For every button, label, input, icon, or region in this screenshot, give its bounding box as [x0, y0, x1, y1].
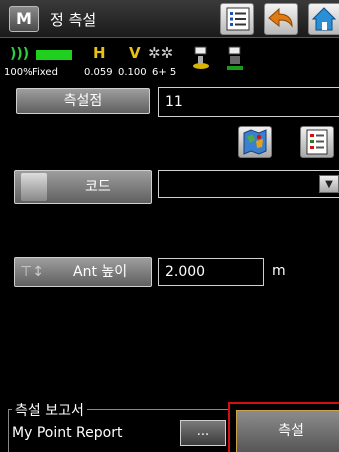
h-precision-value: 0.059: [84, 67, 113, 78]
antenna-height-button[interactable]: ⊤↕ Ant 높이: [14, 257, 152, 287]
report-name: My Point Report: [12, 425, 123, 441]
v-precision-label: V: [129, 44, 141, 62]
back-arrow-icon: [268, 7, 293, 28]
title-bar: M 정 측설: [0, 0, 339, 38]
controller-icon: [227, 46, 243, 70]
home-button[interactable]: [308, 3, 339, 35]
signal-icon: ))): [10, 46, 30, 62]
point-name-field[interactable]: 11: [158, 87, 339, 117]
antenna-unit: m: [272, 263, 286, 279]
back-button[interactable]: [264, 3, 298, 35]
point-list-icon: [306, 129, 328, 155]
gnss-status-bar[interactable]: ))) H V ✲✲ 100% Fixed 0.059 0.100 6+ 5: [0, 42, 339, 82]
chevron-down-icon[interactable]: ▼: [319, 175, 339, 193]
antenna-height-icon: ⊤↕: [20, 264, 44, 280]
map-icon: [243, 129, 267, 155]
measure-button[interactable]: 측설: [236, 410, 339, 452]
stakeout-point-button[interactable]: 측설점: [16, 88, 150, 114]
home-icon: [311, 7, 337, 31]
report-group-label: 측설 보고서: [12, 400, 87, 420]
app-menu-icon[interactable]: M: [9, 6, 39, 32]
fix-status: Fixed: [32, 67, 58, 78]
h-precision-label: H: [93, 44, 106, 62]
point-list-button[interactable]: [300, 126, 334, 158]
code-book-icon: [21, 173, 47, 201]
map-button[interactable]: [238, 126, 272, 158]
code-button-label: 코드: [85, 179, 111, 195]
report-browse-button[interactable]: ...: [180, 420, 226, 446]
battery-level-bar: [36, 50, 72, 60]
antenna-height-field[interactable]: 2.000: [158, 258, 264, 286]
satellite-icon: ✲✲: [148, 44, 174, 62]
code-button[interactable]: 코드: [14, 170, 152, 204]
list-icon: [226, 7, 250, 31]
battery-percent: 100%: [4, 67, 33, 78]
code-dropdown[interactable]: ▼: [158, 170, 339, 198]
antenna-height-label: Ant 높이: [73, 264, 128, 280]
v-precision-value: 0.100: [118, 67, 147, 78]
list-view-button[interactable]: [220, 3, 254, 35]
receiver-icon: [193, 46, 209, 69]
page-title: 정 측설: [50, 11, 97, 29]
satellite-count: 6+ 5: [152, 67, 177, 78]
